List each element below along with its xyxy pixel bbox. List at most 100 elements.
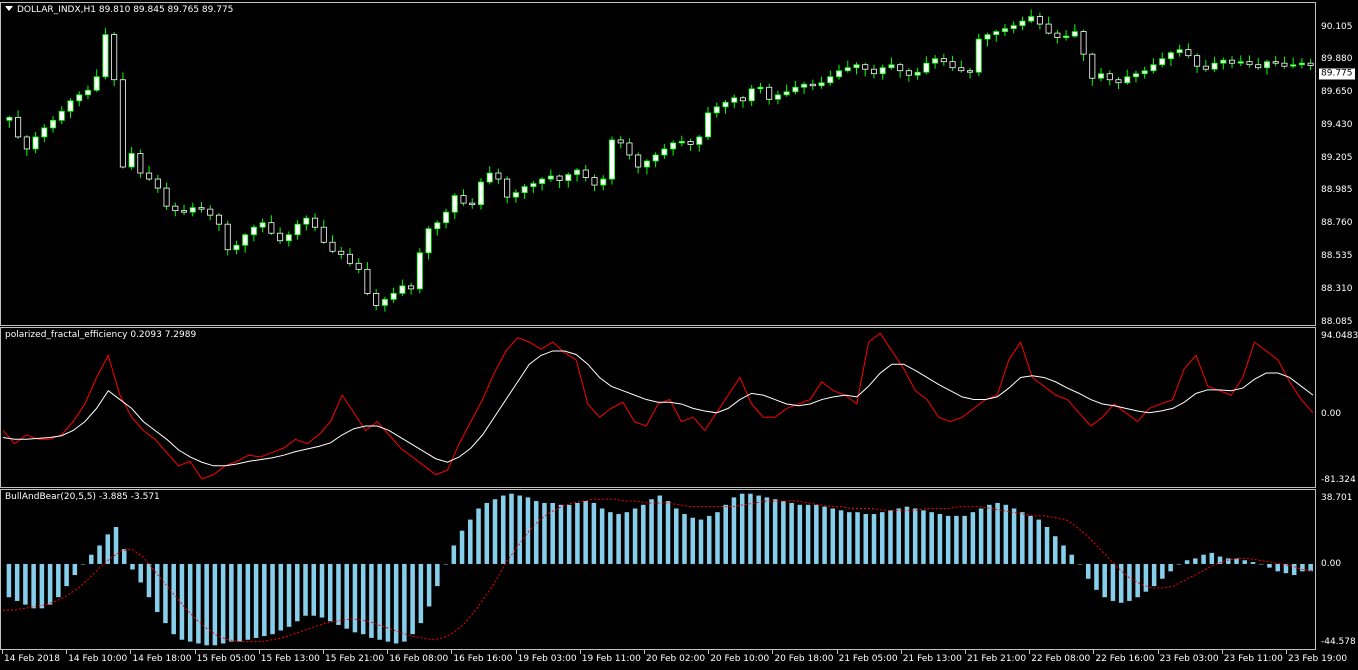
candle — [1080, 29, 1087, 62]
time-label: 19 Feb 03:00 — [517, 654, 577, 664]
histogram-bar — [121, 549, 127, 564]
price-y-label: 88.085 — [1321, 317, 1353, 327]
price-y-axis[interactable]: 90.105 89.880 89.775 89.650 89.430 89.20… — [1316, 2, 1358, 327]
candle-body — [1281, 62, 1288, 67]
histogram-bar — [921, 510, 926, 564]
histogram-bar — [1258, 563, 1264, 565]
candle — [172, 202, 179, 217]
candle-body — [1028, 16, 1035, 22]
histogram-bar — [517, 495, 522, 564]
pfe-indicator-pane[interactable]: polarized_fractal_efficiency 0.2093 7.29… — [0, 327, 1316, 488]
candle — [477, 178, 484, 210]
candle-body — [303, 217, 310, 225]
histogram-bar — [1011, 508, 1017, 564]
candle — [294, 220, 301, 240]
candle-body — [268, 222, 275, 234]
candle-body — [364, 268, 371, 294]
price-y-label: 89.430 — [1321, 120, 1353, 130]
histogram-bar — [1209, 552, 1215, 564]
candle — [1298, 58, 1305, 69]
histogram-bar — [599, 508, 605, 564]
bullandbear-indicator-pane[interactable]: BullAndBear(20,5,5) -3.885 -3.571 — [0, 489, 1316, 650]
candle — [1237, 55, 1244, 67]
candle — [1220, 57, 1227, 70]
candle — [111, 32, 118, 87]
histogram-bar — [319, 563, 325, 618]
candle-body — [574, 169, 581, 175]
candle-body — [443, 211, 450, 224]
bullandbear-y-axis[interactable]: 38.701 0.00 -44.578 — [1316, 489, 1358, 650]
candle — [460, 189, 467, 206]
price-y-label: 89.650 — [1321, 87, 1353, 97]
candle — [1307, 58, 1314, 71]
time-axis[interactable]: 14 Feb 2018 14 Feb 10:00 14 Feb 18:00 15 Fe… — [0, 650, 1347, 670]
histogram-bar — [1193, 558, 1198, 564]
histogram-bar — [1275, 563, 1280, 572]
candle — [731, 94, 738, 109]
candle-body — [381, 299, 388, 306]
candle-body — [41, 127, 48, 138]
pfe-y-axis[interactable]: 94.0483 0.00 -81.324 — [1316, 327, 1358, 488]
candle — [783, 84, 790, 97]
histogram-bar — [1020, 512, 1025, 564]
candle-body — [967, 70, 974, 73]
histogram-bar — [295, 563, 300, 622]
candle — [766, 83, 773, 105]
histogram-bar — [855, 512, 860, 564]
candle — [277, 227, 284, 244]
candle-body — [1229, 59, 1236, 64]
bullandbear-title: BullAndBear(20,5,5) -3.885 -3.571 — [5, 492, 160, 502]
candle — [1194, 53, 1201, 73]
histogram-bar — [566, 504, 572, 564]
time-tick — [2, 650, 3, 654]
candle — [399, 279, 406, 297]
candle — [285, 231, 292, 247]
histogram-bar — [575, 502, 580, 564]
candle — [635, 152, 642, 174]
histogram-bar — [1036, 519, 1042, 564]
candle-body — [1054, 32, 1061, 39]
dropdown-triangle-icon[interactable] — [5, 6, 13, 11]
candle — [879, 64, 886, 80]
pfe-line-chart — [2, 332, 1314, 480]
pfe-y-label: 94.0483 — [1321, 331, 1358, 341]
candle — [1167, 51, 1174, 67]
histogram-bar — [1176, 563, 1182, 565]
candle-body — [958, 67, 965, 72]
candlestick-chart — [6, 9, 1314, 312]
price-y-label: 88.535 — [1321, 251, 1353, 261]
histogram-bar — [731, 497, 737, 564]
candle-body — [923, 62, 930, 73]
histogram-bar — [830, 508, 836, 564]
candle — [181, 204, 188, 216]
price-chart-pane[interactable]: DOLLAR_INDX,H1 89.810 89.845 89.765 89.7… — [0, 2, 1316, 326]
time-label: 19 Feb 11:00 — [581, 654, 641, 664]
candle-body — [696, 136, 703, 145]
histogram-bar — [616, 514, 621, 564]
histogram-bar — [550, 502, 555, 564]
candle — [1185, 43, 1192, 59]
candle — [259, 218, 266, 233]
candle — [6, 115, 13, 128]
histogram-bar — [303, 563, 308, 616]
candle-body — [975, 38, 982, 73]
histogram-bar — [756, 495, 761, 564]
histogram-bar — [945, 515, 951, 564]
candle-body — [1098, 73, 1105, 79]
time-label: 23 Feb 19:00 — [1288, 654, 1348, 664]
candle-body — [739, 97, 746, 102]
current-price-marker: 89.775 — [1319, 68, 1355, 80]
candle-body — [1255, 64, 1262, 69]
candle-body — [1290, 64, 1297, 67]
histogram-bar — [748, 493, 753, 564]
candle — [312, 213, 319, 232]
candle — [15, 110, 22, 139]
candle-body — [111, 34, 118, 81]
candle — [381, 296, 388, 312]
histogram-bar — [789, 502, 794, 564]
candle-body — [722, 101, 729, 108]
time-tick — [1286, 650, 1287, 654]
candle-body — [600, 178, 607, 186]
histogram-bar — [1069, 554, 1075, 564]
candle — [1010, 21, 1017, 34]
